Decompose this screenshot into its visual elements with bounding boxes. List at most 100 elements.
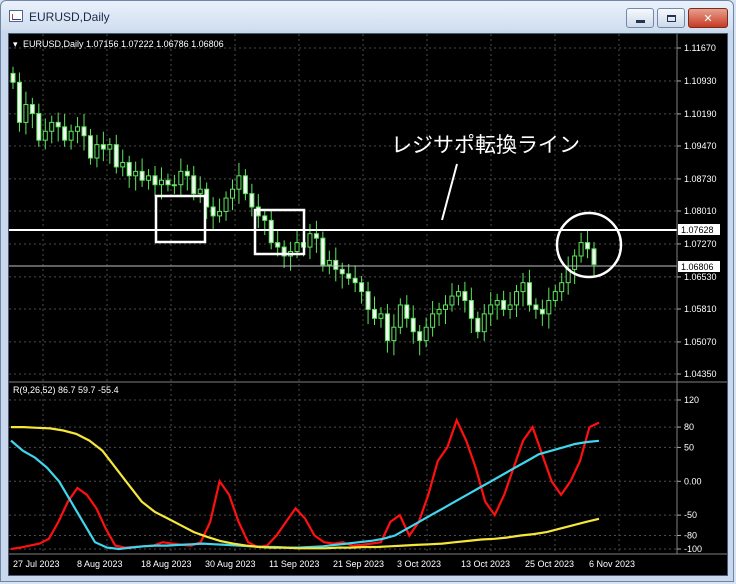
candle-down bbox=[526, 282, 532, 306]
price-tick-label: 1.10930 bbox=[684, 76, 717, 86]
candle-down bbox=[384, 313, 390, 342]
date-tick-label: 21 Sep 2023 bbox=[333, 559, 384, 569]
candle-down bbox=[339, 268, 345, 275]
candle-up bbox=[158, 179, 164, 186]
candle-down bbox=[242, 175, 248, 195]
candle-down bbox=[468, 300, 474, 319]
price-axis: 1.11670 1.10930 1.10190 1.09470 1.08730 1.080… bbox=[677, 43, 717, 379]
candle-up bbox=[146, 175, 152, 181]
candle-up bbox=[507, 304, 513, 310]
price-tick-label: 1.05810 bbox=[684, 304, 717, 314]
candle-up bbox=[178, 170, 184, 186]
candle-down bbox=[359, 282, 365, 293]
indicator-tick-label: -80 bbox=[684, 530, 697, 540]
candle-up bbox=[488, 304, 494, 315]
candle-down bbox=[585, 242, 591, 250]
indicator-tick-label: 80 bbox=[684, 422, 694, 432]
indicator-cyan-line bbox=[10, 439, 600, 551]
candle-down bbox=[346, 273, 352, 279]
candle-up bbox=[397, 304, 403, 328]
chart-header: EURUSD,Daily 1.07156 1.07222 1.06786 1.0… bbox=[23, 39, 224, 49]
candle-down bbox=[139, 170, 145, 181]
candle-down bbox=[184, 170, 190, 177]
candle-up bbox=[546, 300, 552, 315]
candle-down bbox=[410, 317, 416, 333]
maximize-icon bbox=[666, 14, 676, 22]
price-tick-label: 1.08730 bbox=[684, 174, 717, 184]
maximize-button[interactable] bbox=[657, 8, 685, 28]
candle-up bbox=[120, 161, 126, 168]
candle-down bbox=[275, 242, 281, 248]
candle-up bbox=[578, 242, 584, 257]
candle-up bbox=[294, 242, 300, 253]
candle-down bbox=[462, 291, 468, 302]
close-icon: ✕ bbox=[703, 12, 713, 25]
indicator-axis: 120 80 50 0.00 -50 -80 -100 bbox=[677, 395, 702, 554]
candle-down bbox=[475, 317, 481, 333]
chart-window-icon bbox=[9, 10, 23, 22]
candle-down bbox=[249, 193, 255, 208]
candle-up bbox=[171, 184, 177, 187]
candle-down bbox=[333, 259, 339, 270]
candle-up bbox=[107, 144, 113, 150]
candle-down bbox=[36, 112, 42, 141]
price-chart-svg[interactable]: ▾ EURUSD,Daily 1.07156 1.07222 1.06786 1… bbox=[9, 34, 727, 575]
price-tick-label: 1.08010 bbox=[684, 206, 717, 216]
date-tick-label: 27 Jul 2023 bbox=[13, 559, 60, 569]
candle-up bbox=[572, 255, 578, 270]
indicator-tick-label: 120 bbox=[684, 395, 699, 405]
candle-down bbox=[152, 175, 158, 186]
candle-down bbox=[591, 248, 597, 265]
date-tick-label: 8 Aug 2023 bbox=[77, 559, 123, 569]
candle-down bbox=[16, 81, 22, 123]
candle-down bbox=[404, 304, 410, 319]
candle-up bbox=[236, 175, 242, 190]
candle-down bbox=[352, 277, 358, 284]
candle-down bbox=[165, 179, 171, 186]
candle-down bbox=[372, 308, 378, 319]
candle-up bbox=[559, 282, 565, 293]
price-tick-label: 1.07270 bbox=[684, 239, 717, 249]
candle-down bbox=[255, 206, 261, 217]
candle-down bbox=[320, 237, 326, 266]
price-tick-label: 1.11670 bbox=[684, 43, 716, 53]
chart-area[interactable]: ▾ EURUSD,Daily 1.07156 1.07222 1.06786 1… bbox=[8, 33, 728, 576]
candle-up bbox=[307, 233, 313, 248]
candle-up bbox=[378, 313, 384, 319]
date-tick-label: 6 Nov 2023 bbox=[589, 559, 635, 569]
minimize-button[interactable] bbox=[626, 8, 654, 28]
price-tick-label: 1.06530 bbox=[684, 272, 717, 282]
date-tick-label: 25 Oct 2023 bbox=[525, 559, 574, 569]
candle-up bbox=[49, 121, 55, 132]
candle-up bbox=[68, 130, 74, 141]
candle-up bbox=[94, 144, 100, 159]
level-price-label: 1.07628 bbox=[681, 225, 714, 235]
candle-down bbox=[191, 175, 197, 195]
candle-down bbox=[100, 144, 106, 150]
indicator-header: R(9,26,52) 86.7 59.7 -55.4 bbox=[13, 385, 119, 395]
candle-up bbox=[455, 291, 461, 297]
candle-up bbox=[481, 313, 487, 333]
candle-up bbox=[514, 291, 520, 306]
annotation-arrow bbox=[441, 163, 458, 221]
candle-down bbox=[501, 300, 507, 310]
chart-grid bbox=[9, 34, 677, 554]
highlight-box-1 bbox=[154, 194, 207, 244]
date-tick-label: 13 Oct 2023 bbox=[461, 559, 510, 569]
candle-up bbox=[449, 295, 455, 306]
title-bar[interactable]: EURUSD,Daily ✕ bbox=[1, 1, 733, 33]
candle-down bbox=[10, 72, 16, 83]
candle-down bbox=[210, 206, 216, 217]
candle-down bbox=[29, 104, 35, 114]
candle-up bbox=[423, 326, 429, 342]
candle-up bbox=[436, 308, 442, 315]
candle-up bbox=[133, 170, 139, 177]
close-button[interactable]: ✕ bbox=[688, 8, 728, 28]
candle-up bbox=[23, 104, 29, 123]
indicator-tick-label: 50 bbox=[684, 442, 694, 452]
candle-down bbox=[81, 126, 87, 137]
candle-up bbox=[197, 188, 203, 195]
candle-up bbox=[223, 197, 229, 212]
candle-down bbox=[268, 219, 274, 244]
candle-up bbox=[229, 188, 235, 199]
